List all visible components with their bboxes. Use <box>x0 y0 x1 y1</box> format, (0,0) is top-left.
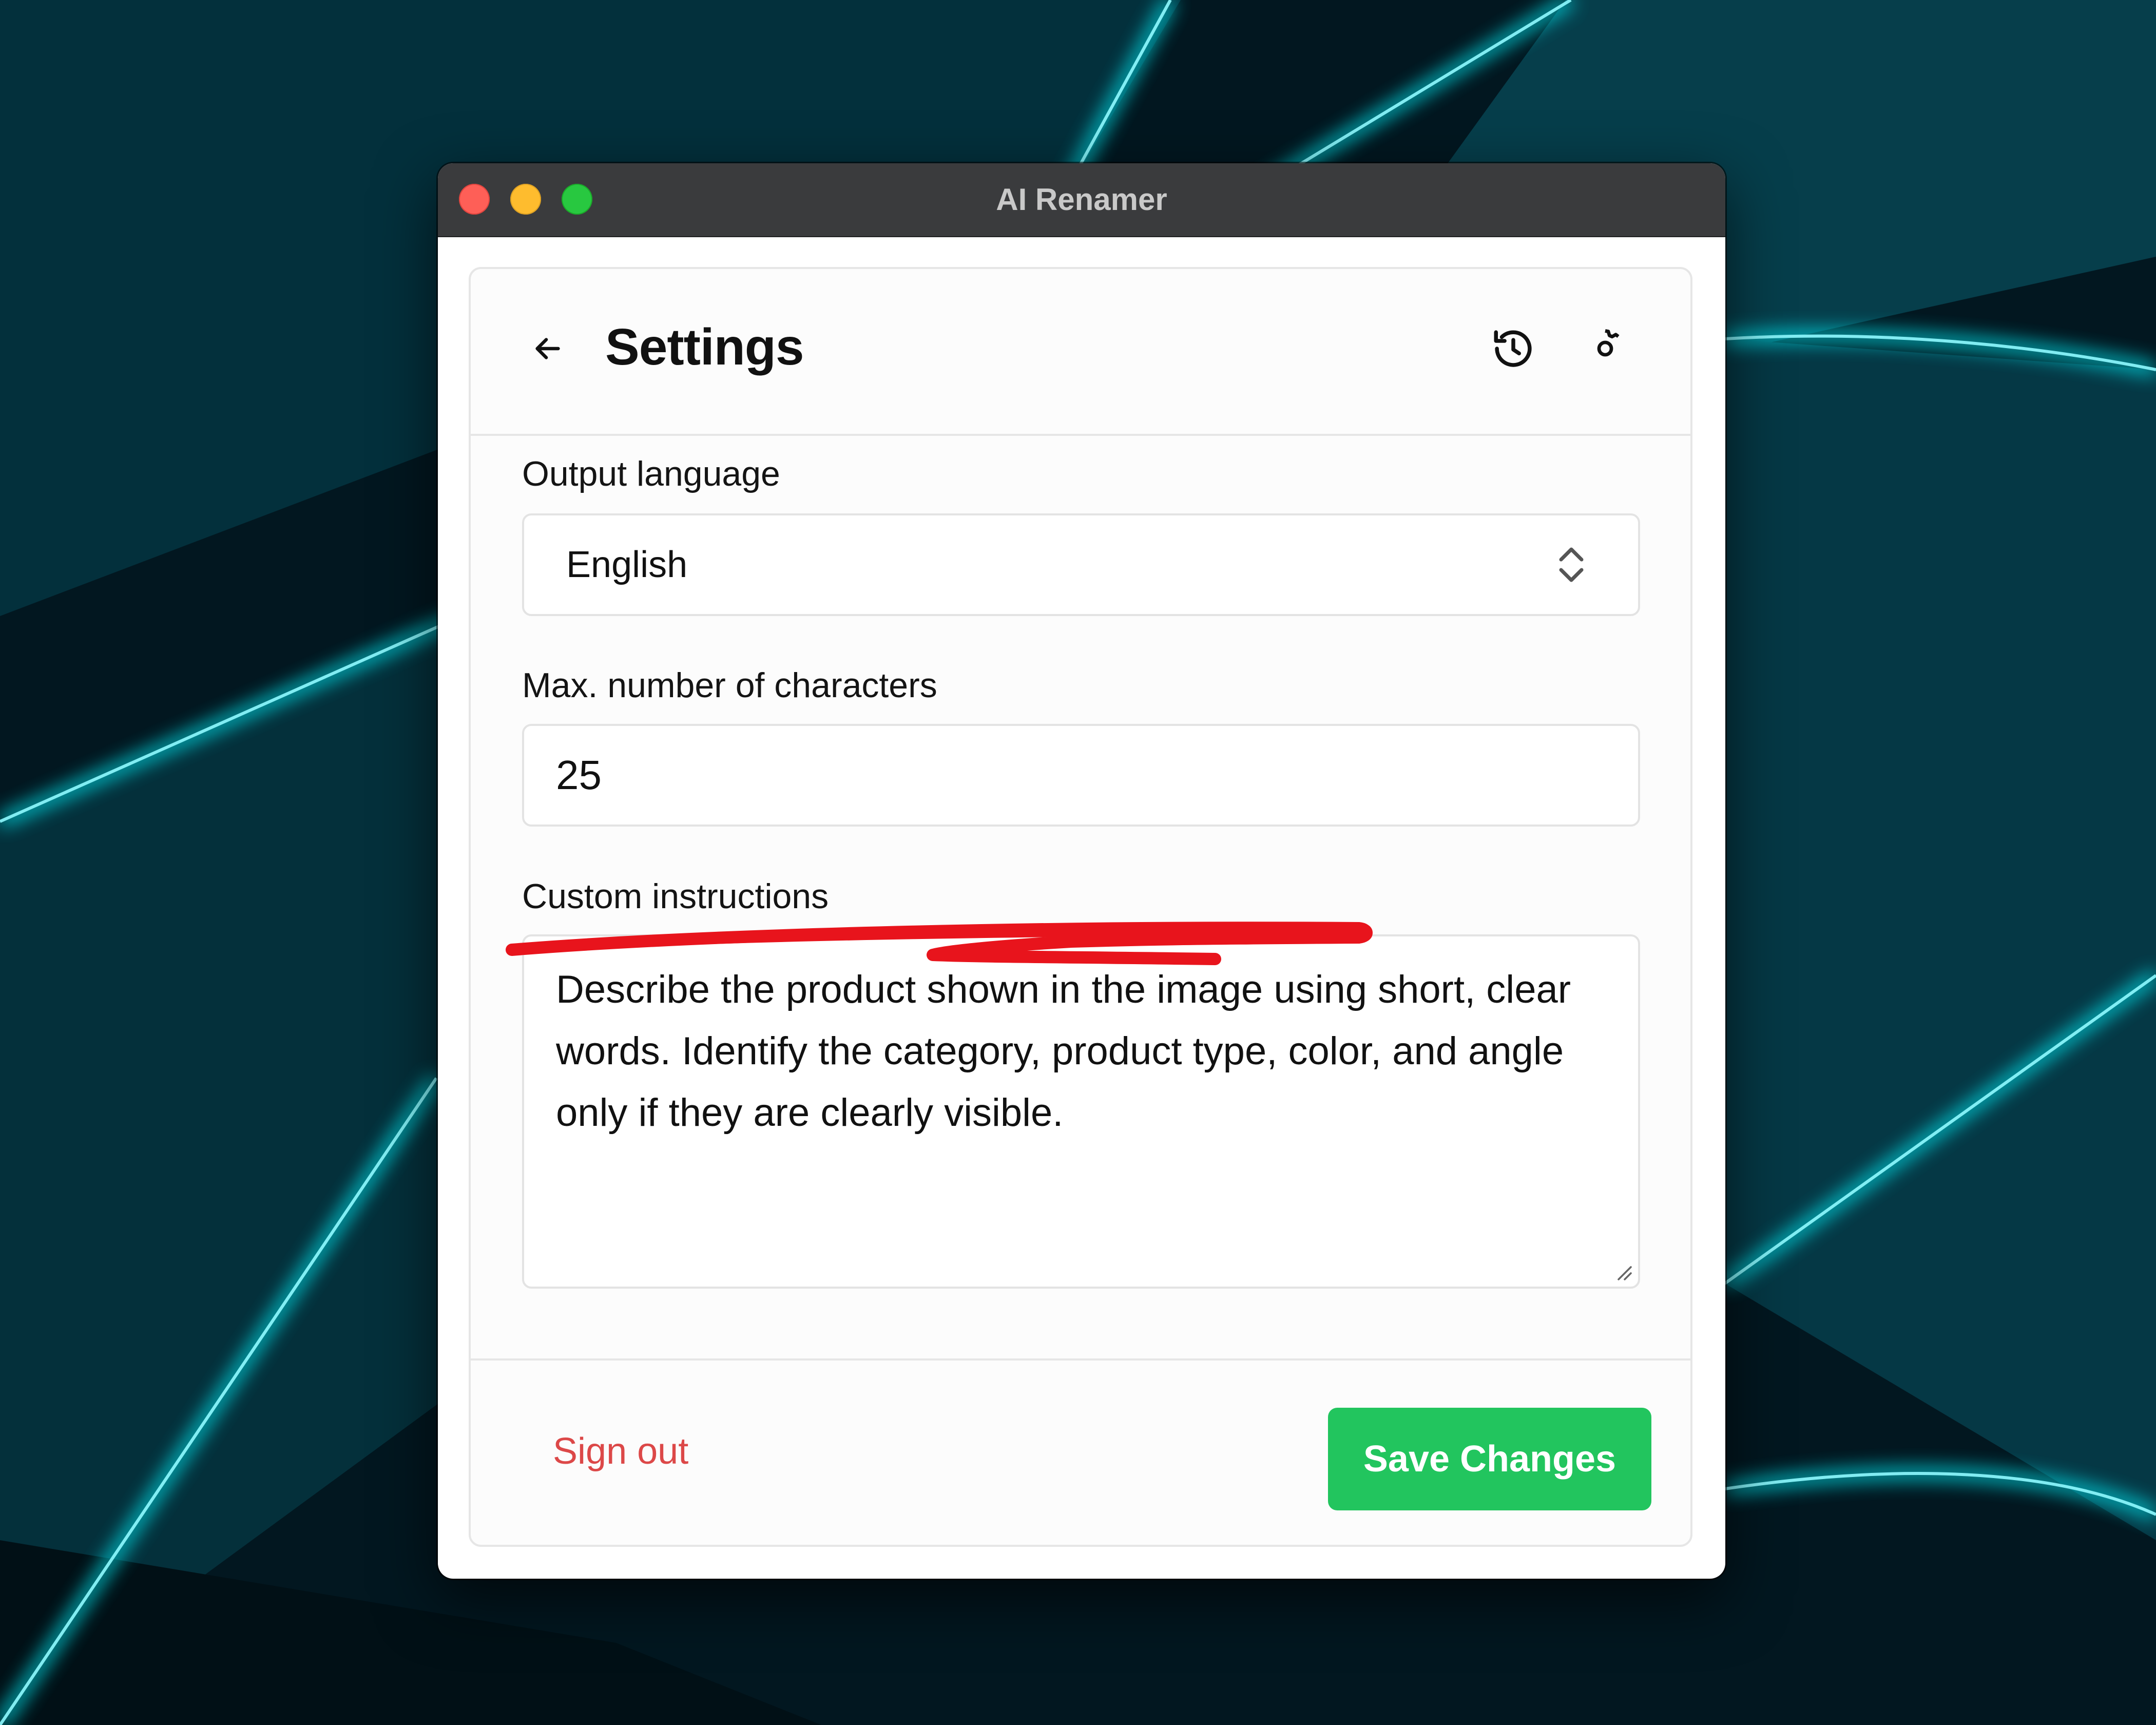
output-language-label: Output language <box>522 454 780 493</box>
chevron-up-down-icon <box>1559 547 1584 582</box>
history-icon <box>1494 330 1532 367</box>
output-language-select[interactable]: English <box>522 513 1640 616</box>
custom-instructions-label: Custom instructions <box>522 877 829 916</box>
title-bar[interactable]: AI Renamer <box>438 163 1725 237</box>
max-characters-input[interactable]: 25 <box>522 724 1640 827</box>
custom-instructions-text: Describe the product shown in the image … <box>556 968 1571 1135</box>
gear-icon <box>1597 329 1620 357</box>
save-changes-button[interactable]: Save Changes <box>1328 1408 1651 1510</box>
footer-divider <box>471 1358 1690 1360</box>
settings-card: Settings Output language English Max. nu… <box>469 267 1692 1547</box>
custom-instructions-textarea[interactable]: Describe the product shown in the image … <box>522 934 1640 1289</box>
sign-out-link[interactable]: Sign out <box>553 1430 688 1472</box>
settings-header: Settings <box>471 269 1690 436</box>
max-characters-label: Max. number of characters <box>522 666 937 705</box>
output-language-value: English <box>566 544 688 585</box>
page-title: Settings <box>605 318 804 376</box>
history-button[interactable] <box>1490 325 1536 372</box>
settings-button[interactable] <box>1582 325 1628 372</box>
arrow-left-icon <box>535 338 560 359</box>
back-button[interactable] <box>530 331 566 367</box>
window-title: AI Renamer <box>996 182 1167 217</box>
app-window: AI Renamer Settings Output language Engl… <box>438 163 1725 1579</box>
max-characters-value: 25 <box>556 752 602 798</box>
resize-handle-icon[interactable] <box>1612 1261 1633 1281</box>
